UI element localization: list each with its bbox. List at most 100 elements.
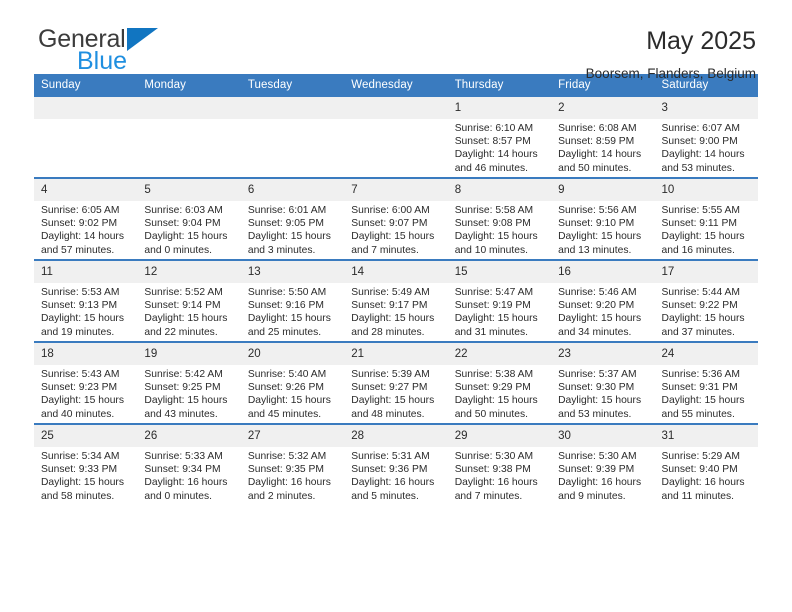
calendar-day-cell[interactable]: 20 Sunrise: 5:40 AM Sunset: 9:26 PM Dayligh…: [240, 341, 345, 424]
calendar-day-cell[interactable]: 29 Sunrise: 5:30 AM Sunset: 9:38 PM Dayligh…: [447, 423, 552, 505]
daylight-text-line2: and 19 minutes.: [41, 326, 115, 338]
sunset-text: Sunset: 9:25 PM: [144, 382, 221, 394]
sunset-text: Sunset: 9:38 PM: [454, 464, 531, 476]
triangle-icon: [126, 28, 158, 51]
sunrise-text: Sunrise: 6:03 AM: [144, 205, 223, 216]
daylight-text-line2: and 50 minutes.: [454, 408, 528, 420]
daylight-text-line2: and 5 minutes.: [351, 490, 419, 502]
logo-text-blue: Blue: [77, 47, 128, 75]
sunset-text: Sunset: 9:36 PM: [351, 464, 428, 476]
calendar-day-cell[interactable]: 8 Sunrise: 5:58 AM Sunset: 9:08 PM Daylight…: [447, 177, 552, 260]
daylight-text-line1: Daylight: 15 hours: [661, 231, 745, 243]
calendar-day-cell[interactable]: 5 Sunrise: 6:03 AM Sunset: 9:04 PM Daylight…: [137, 177, 241, 260]
sunrise-text: Sunrise: 6:01 AM: [247, 205, 327, 216]
sunrise-text: Sunrise: 5:29 AM: [661, 451, 740, 462]
day-number: 4: [34, 179, 138, 201]
day-details: Sunrise: 5:37 AM Sunset: 9:30 PM Daylight:…: [551, 365, 654, 421]
calendar-day-cell[interactable]: 28 Sunrise: 5:31 AM Sunset: 9:36 PM Dayligh…: [344, 423, 448, 505]
day-number: 30: [551, 425, 655, 447]
sunset-text: Sunset: 9:30 PM: [558, 382, 635, 394]
sunrise-text: Sunrise: 6:05 AM: [41, 205, 120, 216]
calendar-day-cell[interactable]: 18 Sunrise: 5:43 AM Sunset: 9:23 PM Dayligh…: [34, 341, 138, 424]
day-details: Sunrise: 6:03 AM Sunset: 9:04 PM Daylight:…: [137, 201, 240, 257]
sunset-text: Sunset: 9:17 PM: [351, 300, 428, 312]
calendar-day-cell[interactable]: 26 Sunrise: 5:33 AM Sunset: 9:34 PM Dayligh…: [137, 423, 241, 505]
day-details: Sunrise: 5:29 AM Sunset: 9:40 PM Daylight:…: [655, 447, 758, 503]
sunset-text: Sunset: 9:05 PM: [247, 218, 324, 230]
calendar-day-cell[interactable]: 2 Sunrise: 6:08 AM Sunset: 8:59 PM Daylight…: [551, 97, 655, 178]
day-number: 29: [447, 425, 552, 447]
day-number: [34, 97, 138, 119]
sunset-text: Sunset: 9:00 PM: [661, 136, 738, 148]
calendar-day-cell[interactable]: 4 Sunrise: 6:05 AM Sunset: 9:02 PM Daylight…: [34, 177, 138, 260]
calendar-cell-empty: [34, 97, 138, 178]
calendar-day-cell[interactable]: 19 Sunrise: 5:42 AM Sunset: 9:25 PM Dayligh…: [137, 341, 241, 424]
sunrise-text: Sunrise: 5:55 AM: [661, 205, 740, 216]
calendar-day-cell[interactable]: 3 Sunrise: 6:07 AM Sunset: 9:00 PM Daylight…: [654, 97, 758, 178]
sunset-text: Sunset: 9:40 PM: [661, 464, 738, 476]
sunset-text: Sunset: 9:27 PM: [351, 382, 428, 394]
day-number: 26: [137, 425, 241, 447]
day-details: Sunrise: 6:07 AM Sunset: 9:00 PM Daylight:…: [655, 119, 758, 175]
calendar-day-cell[interactable]: 7 Sunrise: 6:00 AM Sunset: 9:07 PM Daylight…: [344, 177, 448, 260]
daylight-text-line2: and 11 minutes.: [661, 490, 735, 502]
daylight-text-line2: and 34 minutes.: [558, 326, 632, 338]
day-number: 28: [344, 425, 448, 447]
weekday-header-thursday: Thursday: [447, 74, 552, 97]
calendar-day-cell[interactable]: 22 Sunrise: 5:38 AM Sunset: 9:29 PM Dayligh…: [447, 341, 552, 424]
calendar-day-cell[interactable]: 12 Sunrise: 5:52 AM Sunset: 9:14 PM Dayligh…: [137, 259, 241, 342]
sunrise-text: Sunrise: 6:08 AM: [558, 123, 637, 134]
calendar-day-cell[interactable]: 15 Sunrise: 5:47 AM Sunset: 9:19 PM Dayligh…: [447, 259, 552, 342]
calendar-day-cell[interactable]: 13 Sunrise: 5:50 AM Sunset: 9:16 PM Dayligh…: [240, 259, 345, 342]
calendar-day-cell[interactable]: 16 Sunrise: 5:46 AM Sunset: 9:20 PM Dayligh…: [551, 259, 655, 342]
daylight-text-line2: and 45 minutes.: [247, 408, 322, 420]
daylight-text-line2: and 37 minutes.: [661, 326, 735, 338]
daylight-text-line1: Daylight: 16 hours: [247, 477, 331, 489]
calendar-day-cell[interactable]: 6 Sunrise: 6:01 AM Sunset: 9:05 PM Daylight…: [240, 177, 345, 260]
page-header: General Blue May 2025 Boorsem, Flanders,…: [34, 0, 758, 81]
sunset-text: Sunset: 9:13 PM: [41, 300, 118, 312]
day-details: Sunrise: 5:46 AM Sunset: 9:20 PM Daylight:…: [551, 283, 654, 339]
calendar-day-cell[interactable]: 27 Sunrise: 5:32 AM Sunset: 9:35 PM Dayligh…: [240, 423, 345, 505]
daylight-text-line1: Daylight: 15 hours: [558, 395, 642, 407]
day-details: Sunrise: 5:33 AM Sunset: 9:34 PM Daylight:…: [137, 447, 240, 503]
calendar-week-row: 1 Sunrise: 6:10 AM Sunset: 8:57 PM Daylight…: [34, 97, 758, 178]
daylight-text-line1: Daylight: 15 hours: [144, 231, 228, 243]
sunset-text: Sunset: 9:23 PM: [41, 382, 118, 394]
calendar-day-cell[interactable]: 25 Sunrise: 5:34 AM Sunset: 9:33 PM Dayligh…: [34, 423, 138, 505]
sunrise-text: Sunrise: 5:53 AM: [41, 287, 120, 298]
calendar-day-cell[interactable]: 11 Sunrise: 5:53 AM Sunset: 9:13 PM Dayligh…: [34, 259, 138, 342]
sunrise-text: Sunrise: 5:38 AM: [454, 369, 534, 380]
sunset-text: Sunset: 9:04 PM: [144, 218, 221, 230]
calendar-day-cell[interactable]: 17 Sunrise: 5:44 AM Sunset: 9:22 PM Dayligh…: [654, 259, 758, 342]
calendar-day-cell[interactable]: 14 Sunrise: 5:49 AM Sunset: 9:17 PM Dayligh…: [344, 259, 448, 342]
sunset-text: Sunset: 9:39 PM: [558, 464, 635, 476]
day-number: 3: [654, 97, 758, 119]
calendar-day-cell[interactable]: 23 Sunrise: 5:37 AM Sunset: 9:30 PM Dayligh…: [551, 341, 655, 424]
calendar-day-cell[interactable]: 10 Sunrise: 5:55 AM Sunset: 9:11 PM Dayligh…: [654, 177, 758, 260]
calendar-day-cell[interactable]: 24 Sunrise: 5:36 AM Sunset: 9:31 PM Dayligh…: [654, 341, 758, 424]
day-details: Sunrise: 5:56 AM Sunset: 9:10 PM Daylight:…: [551, 201, 654, 257]
daylight-text-line1: Daylight: 15 hours: [454, 313, 538, 325]
daylight-text-line1: Daylight: 15 hours: [661, 395, 745, 407]
calendar-day-cell[interactable]: 31 Sunrise: 5:29 AM Sunset: 9:40 PM Dayligh…: [654, 423, 758, 505]
calendar-day-cell[interactable]: 30 Sunrise: 5:30 AM Sunset: 9:39 PM Dayligh…: [551, 423, 655, 505]
calendar-day-cell[interactable]: 1 Sunrise: 6:10 AM Sunset: 8:57 PM Daylight…: [447, 97, 552, 178]
generalblue-logo[interactable]: General Blue: [34, 26, 158, 74]
day-details: Sunrise: 5:52 AM Sunset: 9:14 PM Daylight:…: [137, 283, 240, 339]
daylight-text-line1: Daylight: 16 hours: [661, 477, 745, 489]
calendar-day-cell[interactable]: 21 Sunrise: 5:39 AM Sunset: 9:27 PM Dayligh…: [344, 341, 448, 424]
day-details: Sunrise: 5:40 AM Sunset: 9:26 PM Daylight:…: [241, 365, 344, 421]
day-number: 12: [137, 261, 241, 283]
day-details: Sunrise: 6:01 AM Sunset: 9:05 PM Daylight:…: [241, 201, 344, 257]
sunrise-text: Sunrise: 5:39 AM: [351, 369, 430, 380]
day-number: 23: [551, 343, 655, 365]
day-details: Sunrise: 6:00 AM Sunset: 9:07 PM Daylight:…: [344, 201, 447, 257]
day-number: 15: [447, 261, 552, 283]
calendar-body: 1 Sunrise: 6:10 AM Sunset: 8:57 PM Daylight…: [34, 97, 758, 505]
day-details: Sunrise: 5:30 AM Sunset: 9:39 PM Daylight:…: [551, 447, 654, 503]
sunrise-text: Sunrise: 5:44 AM: [661, 287, 740, 298]
calendar-day-cell[interactable]: 9 Sunrise: 5:56 AM Sunset: 9:10 PM Daylight…: [551, 177, 655, 260]
sunrise-text: Sunrise: 5:47 AM: [454, 287, 534, 298]
daylight-text-line1: Daylight: 15 hours: [351, 231, 435, 243]
